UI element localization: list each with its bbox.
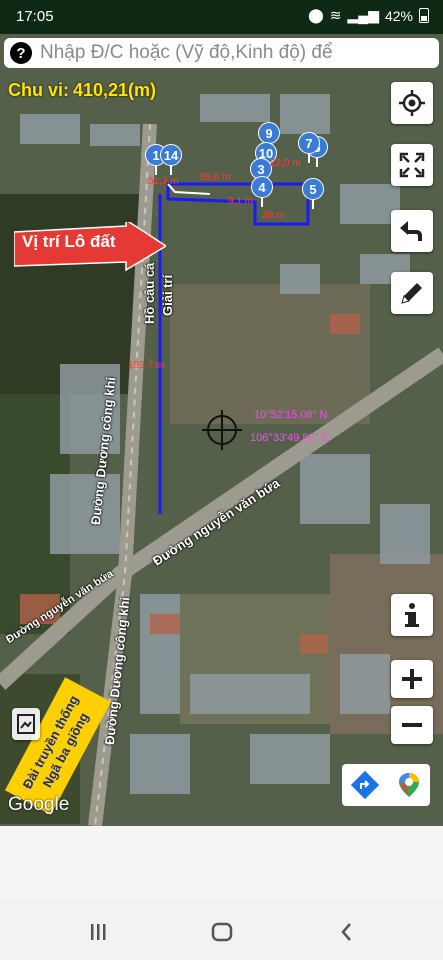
perimeter-value: 410,21(m) [73, 80, 157, 100]
fullscreen-icon [399, 152, 425, 178]
signal-icon: ▂▄▆ [347, 7, 379, 23]
zoom-in-button[interactable] [391, 660, 433, 698]
perimeter-readout: Chu vi: 410,21(m) [8, 80, 156, 101]
location-icon: ⬤ [308, 7, 324, 23]
wifi-icon: ≋ [329, 7, 342, 23]
perimeter-label: Chu vi: [8, 80, 69, 100]
coordinate-lng: 106°33'49.88" E [250, 432, 329, 444]
distance-label: 30 m [262, 210, 285, 221]
info-button[interactable] [391, 594, 433, 636]
maps-app-buttons [342, 764, 430, 806]
distance-label: 55,6 m [200, 172, 231, 183]
layers-icon [17, 714, 35, 734]
edit-button[interactable] [391, 272, 433, 314]
plot-location-label: Vị trí Lô đất [22, 232, 116, 251]
my-location-button[interactable] [391, 82, 433, 124]
status-bar: 17:05 ⬤ ≋ ▂▄▆ 42% [0, 0, 443, 34]
status-time: 17:05 [16, 8, 54, 25]
crosshair-icon [399, 90, 425, 116]
directions-icon[interactable] [350, 771, 379, 799]
minus-icon [402, 723, 422, 727]
distance-label: 22,0 m [270, 158, 301, 169]
home-icon[interactable] [211, 922, 233, 942]
app-root: 17:05 ⬤ ≋ ▂▄▆ 42% Vị trí Lô đất 1 14 9 1… [0, 0, 443, 960]
undo-icon [400, 221, 422, 241]
map-label-pond: Hồ câu cá [142, 262, 157, 324]
pencil-icon [401, 283, 422, 304]
distance-label: 193,7 m [128, 360, 165, 371]
marker-pin[interactable]: 4 [251, 176, 273, 207]
battery-icon [419, 8, 429, 23]
zoom-out-button[interactable] [391, 706, 433, 744]
search-input[interactable]: Nhập Đ/C hoặc (Vỹ độ,Kinh độ) để [40, 42, 439, 64]
satellite-map[interactable]: Vị trí Lô đất 1 14 9 10 3 4 5 6 7 52,3 m… [0, 34, 443, 826]
help-icon[interactable]: ? [10, 42, 32, 64]
search-bar[interactable]: ? Nhập Đ/C hoặc (Vỹ độ,Kinh độ) để [4, 38, 439, 68]
undo-button[interactable] [391, 210, 433, 252]
distance-label: 52,3 m [148, 176, 179, 187]
system-nav-bar [0, 900, 443, 960]
plus-icon [402, 669, 422, 689]
distance-label: 9,1 m [228, 196, 254, 207]
recents-icon[interactable] [91, 924, 106, 940]
battery-percent: 42% [384, 7, 413, 24]
status-icons: ⬤ ≋ ▂▄▆ 42% [308, 7, 429, 24]
marker-pin[interactable]: 5 [302, 178, 324, 209]
coordinate-lat: 10°52'15.08" N [254, 409, 328, 421]
fullscreen-button[interactable] [391, 144, 433, 186]
google-logo: Google [8, 794, 70, 815]
marker-pin[interactable]: 9 [258, 122, 280, 153]
marker-pin[interactable]: 7 [298, 132, 320, 163]
layers-button[interactable] [12, 708, 40, 740]
info-icon [405, 603, 419, 627]
map-label-pond-2: Giải trí [160, 274, 175, 316]
google-maps-icon[interactable] [396, 771, 422, 799]
marker-pin[interactable]: 14 [160, 144, 182, 175]
nav-icons [91, 922, 351, 942]
back-icon[interactable] [341, 923, 351, 941]
